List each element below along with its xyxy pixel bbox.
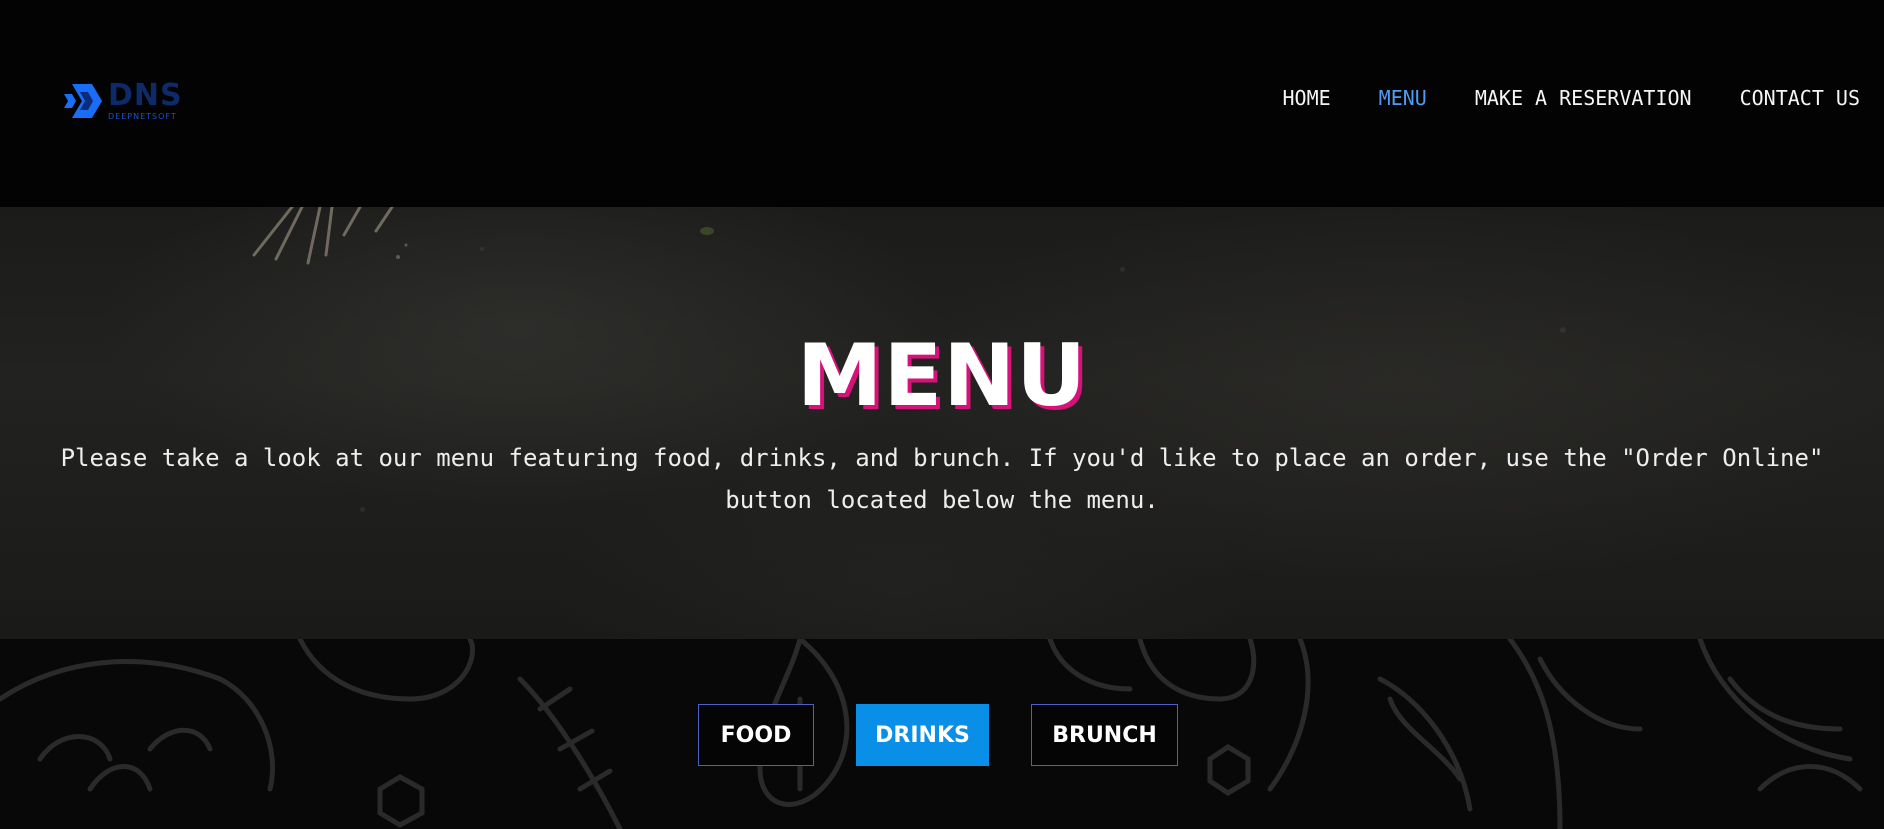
texture-speck <box>700 227 714 235</box>
nav-home[interactable]: HOME <box>1282 86 1330 110</box>
tab-brunch[interactable]: BRUNCH <box>1031 704 1178 766</box>
site-header: DNS DEEPNETSOFT HOME MENU MAKE A RESERVA… <box>0 0 1884 207</box>
menu-tabs-section: FOOD DRINKS BRUNCH <box>0 639 1884 829</box>
page-title: MENU <box>796 326 1088 426</box>
texture-speck <box>1120 267 1125 272</box>
main-nav: HOME MENU MAKE A RESERVATION CONTACT US <box>1282 86 1860 110</box>
dns-logo-icon <box>64 84 102 118</box>
cutlery-decoration <box>252 207 408 265</box>
nav-make-a-reservation[interactable]: MAKE A RESERVATION <box>1475 86 1692 110</box>
menu-tabs: FOOD DRINKS BRUNCH <box>0 704 1884 766</box>
nav-contact-us[interactable]: CONTACT US <box>1740 86 1860 110</box>
logo-word: DNS <box>108 78 183 113</box>
logo[interactable]: DNS DEEPNETSOFT <box>62 80 202 122</box>
hero-section: MENU Please take a look at our menu feat… <box>0 207 1884 639</box>
logo-text: DNS DEEPNETSOFT <box>108 81 183 121</box>
nav-menu[interactable]: MENU <box>1379 86 1427 110</box>
tab-drinks[interactable]: DRINKS <box>856 704 989 766</box>
page-description: Please take a look at our menu featuring… <box>60 444 1824 514</box>
logo-subtitle: DEEPNETSOFT <box>108 112 177 121</box>
texture-speck <box>480 247 484 251</box>
tab-food[interactable]: FOOD <box>698 704 814 766</box>
